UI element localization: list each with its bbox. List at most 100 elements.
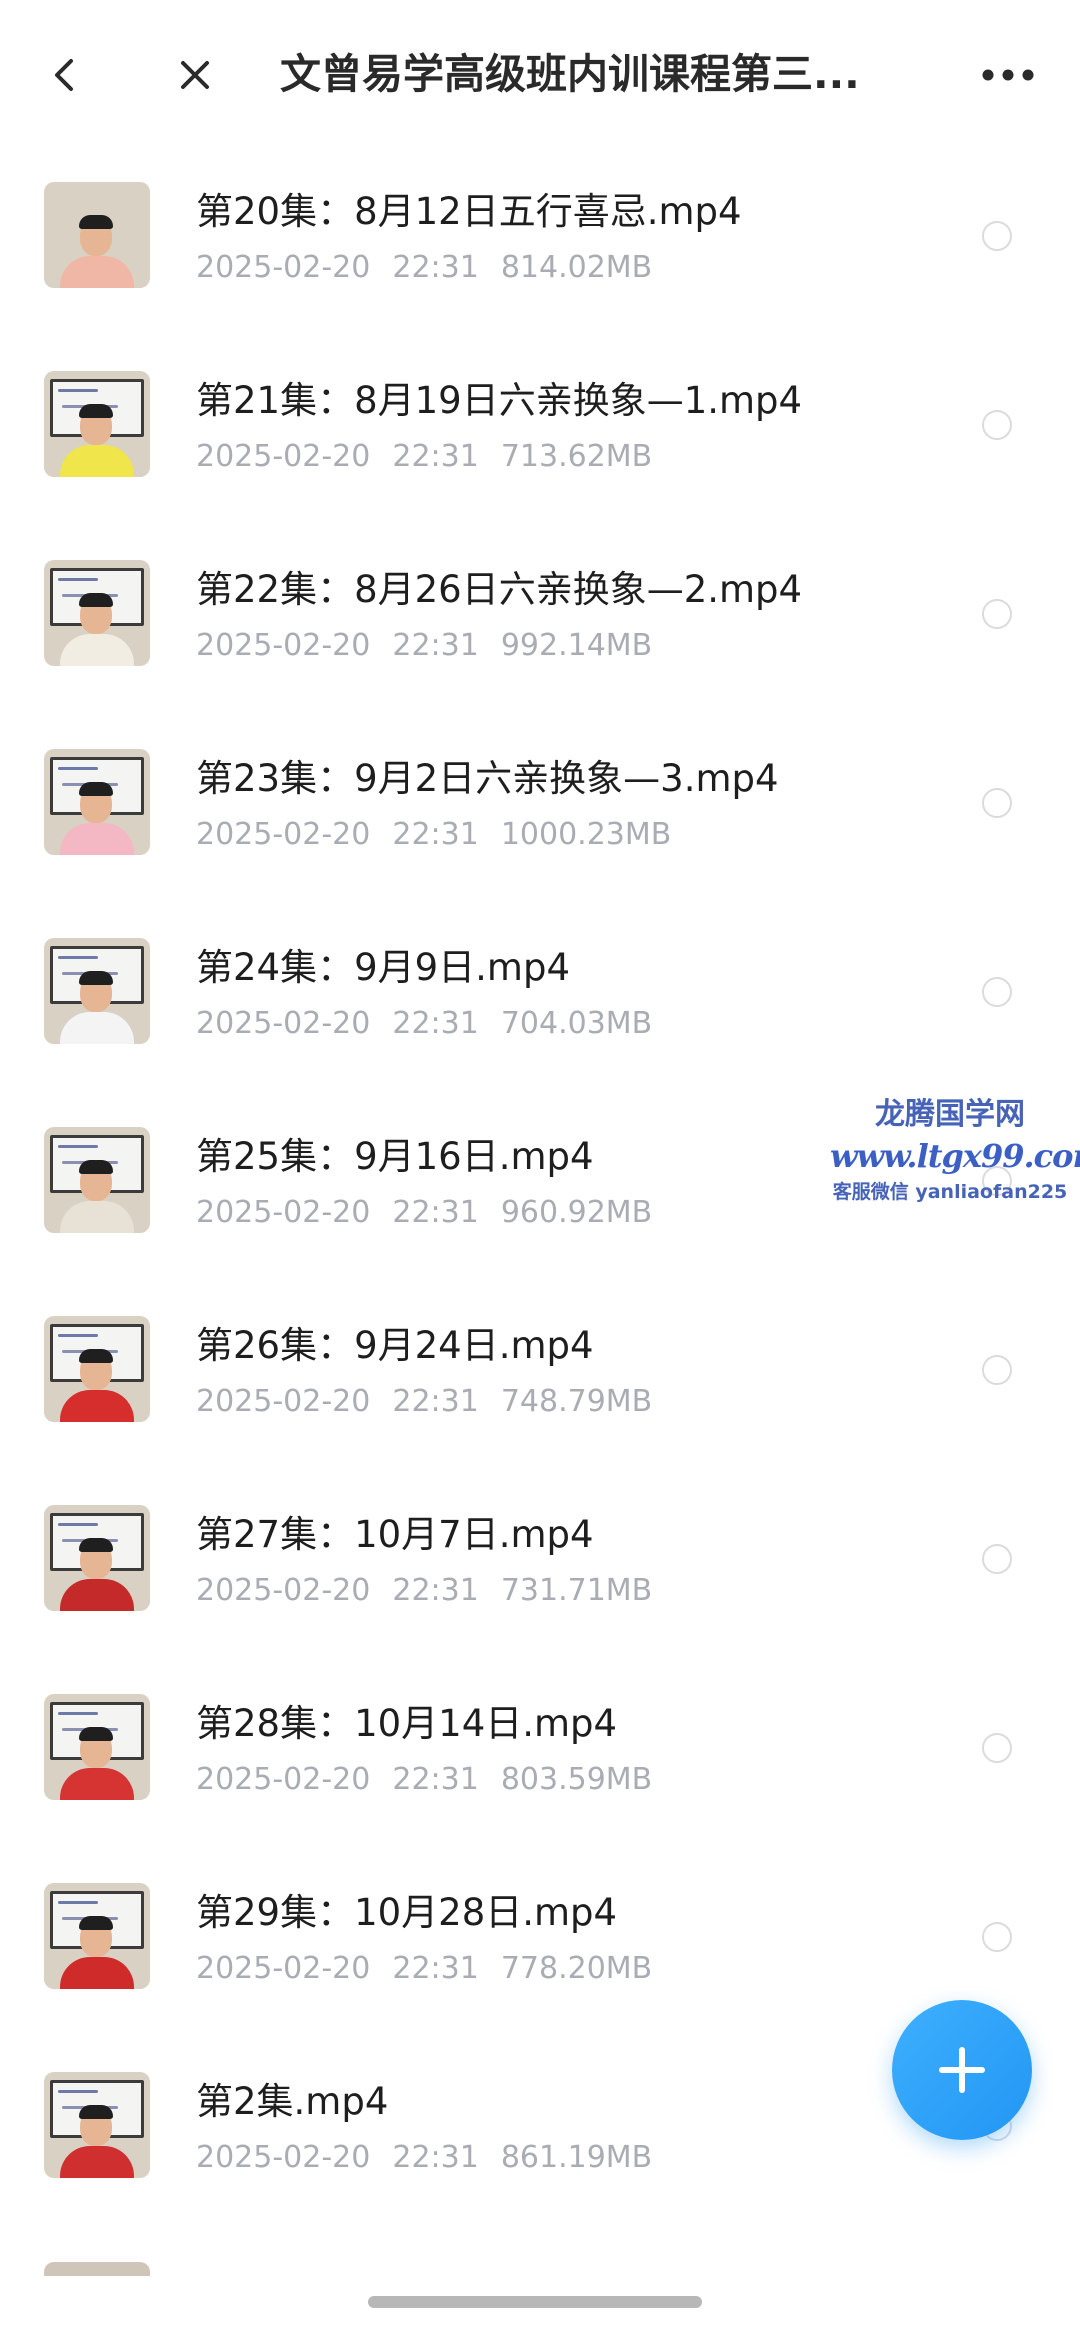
select-radio[interactable] (982, 977, 1012, 1007)
thumb-scribble (58, 1334, 98, 1337)
thumb-hair (79, 782, 113, 796)
thumb-body (60, 256, 134, 288)
thumb-body (60, 445, 134, 477)
file-name: 第23集：9月2日六亲换象—3.mp4 (196, 757, 779, 800)
file-date: 2025-02-20 (196, 817, 371, 852)
thumb-scribble (58, 956, 98, 959)
file-date: 2025-02-20 (196, 439, 371, 474)
thumb-scribble (58, 389, 98, 392)
file-name: 第22集：8月26日六亲换象—2.mp4 (196, 568, 803, 611)
file-name: 第2集.mp4 (196, 2080, 389, 2123)
file-time: 22:31 (392, 1573, 479, 1608)
thumb-body (60, 1012, 134, 1044)
thumb-body (60, 823, 134, 855)
watermark: 龙腾国学网 www.ltgx99.com 客服微信 yanliaofan225 (830, 1095, 1080, 1207)
select-radio[interactable] (982, 1355, 1012, 1385)
file-meta: 2025-02-20 22:31 861.19MB (196, 2136, 956, 2180)
thumb-hair (79, 1349, 113, 1363)
thumb-hair (79, 404, 113, 418)
select-radio[interactable] (982, 788, 1012, 818)
file-name: 第27集：10月7日.mp4 (196, 1513, 594, 1556)
file-size: 778.20MB (500, 1951, 653, 1986)
file-row[interactable]: 第22集：8月26日六亲换象—2.mp4 2025-02-20 22:31 992.1… (0, 548, 1080, 737)
thumb-scribble (58, 578, 98, 581)
file-meta: 2025-02-20 22:31 778.20MB (196, 1947, 956, 1991)
watermark-contact: 客服微信 yanliaofan225 (832, 1181, 1068, 1203)
partial-thumbnail (44, 2262, 150, 2276)
plus-icon (939, 2047, 985, 2093)
top-bar: 文曾易学高级班内训课程第三... (0, 0, 1080, 150)
file-time: 22:31 (392, 250, 479, 285)
select-radio[interactable] (982, 1733, 1012, 1763)
more-button[interactable] (968, 40, 1048, 110)
thumb-hair (79, 2105, 113, 2119)
video-thumbnail (44, 182, 150, 288)
file-row[interactable]: 第21集：8月19日六亲换象—1.mp4 2025-02-20 22:31 713.6… (0, 359, 1080, 548)
select-radio[interactable] (982, 221, 1012, 251)
file-meta: 2025-02-20 22:31 992.14MB (196, 624, 956, 668)
file-row[interactable]: 第20集：8月12日五行喜忌.mp4 2025-02-20 22:31 814.02M… (0, 170, 1080, 359)
file-time: 22:31 (392, 1762, 479, 1797)
video-thumbnail (44, 1883, 150, 1989)
chevron-left-icon (55, 59, 73, 91)
file-row[interactable]: 第24集：9月9日.mp4 2025-02-20 22:31 704.03MB (0, 926, 1080, 1115)
file-date: 2025-02-20 (196, 1195, 371, 1230)
file-size: 731.71MB (500, 1573, 653, 1608)
file-size: 803.59MB (500, 1762, 653, 1797)
select-radio[interactable] (982, 599, 1012, 629)
file-name: 第28集：10月14日.mp4 (196, 1702, 618, 1745)
thumb-scribble (58, 1145, 98, 1148)
back-button[interactable] (30, 40, 100, 110)
thumb-hair (79, 1727, 113, 1741)
watermark-url: www.ltgx99.com (830, 1137, 1080, 1175)
close-button[interactable] (160, 40, 230, 110)
file-date: 2025-02-20 (196, 628, 371, 663)
file-size: 960.92MB (500, 1195, 653, 1230)
thumb-hair (79, 215, 113, 229)
thumb-scribble (58, 1712, 98, 1715)
thumb-body (60, 634, 134, 666)
file-date: 2025-02-20 (196, 1384, 371, 1419)
file-list: 第20集：8月12日五行喜忌.mp4 2025-02-20 22:31 814.02M… (0, 170, 1080, 2249)
file-meta: 2025-02-20 22:31 731.71MB (196, 1569, 956, 1613)
file-time: 22:31 (392, 439, 479, 474)
file-time: 22:31 (392, 1195, 479, 1230)
thumb-hair (79, 1538, 113, 1552)
file-meta: 2025-02-20 22:31 748.79MB (196, 1380, 956, 1424)
file-name: 第20集：8月12日五行喜忌.mp4 (196, 190, 742, 233)
select-radio[interactable] (982, 1544, 1012, 1574)
file-date: 2025-02-20 (196, 2140, 371, 2175)
thumb-body (60, 1201, 134, 1233)
video-thumbnail (44, 749, 150, 855)
close-icon (181, 61, 209, 89)
thumb-scribble (58, 767, 98, 770)
file-name: 第24集：9月9日.mp4 (196, 946, 570, 989)
file-row[interactable]: 第27集：10月7日.mp4 2025-02-20 22:31 731.71MB (0, 1493, 1080, 1682)
file-row[interactable]: 第28集：10月14日.mp4 2025-02-20 22:31 803.59MB (0, 1682, 1080, 1871)
file-meta: 2025-02-20 22:31 803.59MB (196, 1758, 956, 1802)
video-thumbnail (44, 1505, 150, 1611)
file-meta: 2025-02-20 22:31 1000.23MB (196, 813, 956, 857)
select-radio[interactable] (982, 410, 1012, 440)
file-size: 1000.23MB (500, 817, 672, 852)
video-thumbnail (44, 2072, 150, 2178)
thumb-scribble (58, 1523, 98, 1526)
file-row[interactable]: 第26集：9月24日.mp4 2025-02-20 22:31 748.79MB (0, 1304, 1080, 1493)
file-size: 713.62MB (500, 439, 653, 474)
select-radio[interactable] (982, 1922, 1012, 1952)
video-thumbnail (44, 1127, 150, 1233)
file-name: 第29集：10月28日.mp4 (196, 1891, 618, 1934)
video-thumbnail (44, 1316, 150, 1422)
file-time: 22:31 (392, 1951, 479, 1986)
file-size: 814.02MB (500, 250, 653, 285)
file-time: 22:31 (392, 1384, 479, 1419)
file-row[interactable]: 第23集：9月2日六亲换象—3.mp4 2025-02-20 22:31 1000.2… (0, 737, 1080, 926)
file-date: 2025-02-20 (196, 1762, 371, 1797)
home-indicator[interactable] (368, 2296, 702, 2308)
file-size: 861.19MB (500, 2140, 653, 2175)
file-size: 704.03MB (500, 1006, 653, 1041)
file-time: 22:31 (392, 1006, 479, 1041)
thumb-hair (79, 593, 113, 607)
file-meta: 2025-02-20 22:31 713.62MB (196, 435, 956, 479)
add-button[interactable] (892, 2000, 1032, 2140)
